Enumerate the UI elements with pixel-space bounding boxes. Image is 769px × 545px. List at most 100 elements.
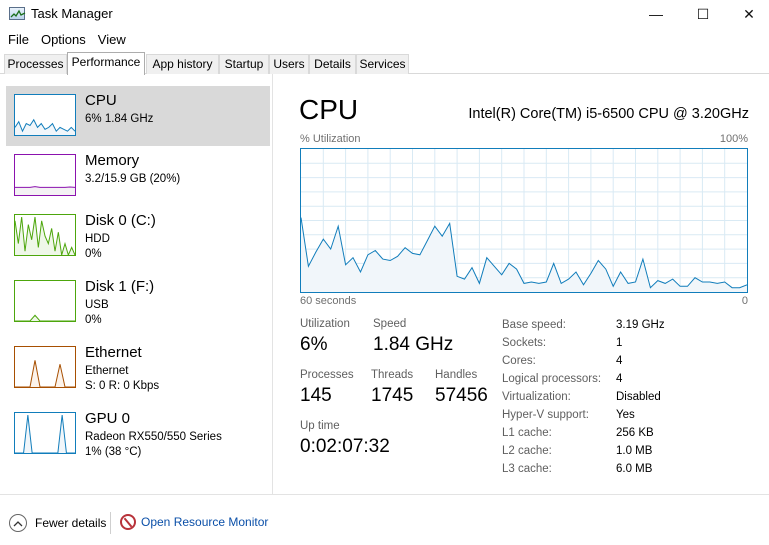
- stat-label: Utilization: [300, 318, 350, 330]
- stat-speed: Speed 1.84 GHz: [373, 318, 453, 356]
- chevron-up-icon: [9, 514, 27, 532]
- stat-value: 57456: [435, 385, 488, 406]
- menu-file[interactable]: File: [2, 32, 35, 47]
- memory-thumbnail-graph: [14, 154, 76, 196]
- task-manager-icon: [9, 7, 26, 20]
- spec-value: 4: [616, 373, 623, 385]
- sidebar-item-name: Disk 0 (C:): [85, 212, 156, 229]
- gpu-0-thumbnail-graph: [14, 412, 76, 454]
- stat-threads: Threads 1745: [371, 369, 413, 407]
- tab-details[interactable]: Details: [309, 54, 356, 74]
- sidebar-item-memory[interactable]: Memory 3.2/15.9 GB (20%): [6, 146, 270, 206]
- stat-label: Threads: [371, 369, 414, 381]
- spec-value: Disabled: [616, 391, 661, 403]
- tab-app-history[interactable]: App history: [146, 54, 219, 74]
- sidebar-item-gpu-0[interactable]: GPU 0 Radeon RX550/550 Series 1% (38 °C): [6, 404, 270, 464]
- sidebar-item-detail: Radeon RX550/550 Series: [85, 431, 222, 443]
- sidebar-item-usage: S: 0 R: 0 Kbps: [85, 380, 160, 392]
- ethernet-thumbnail-graph: [14, 346, 76, 388]
- spec-row: Sockets: 1: [502, 337, 665, 355]
- tab-services[interactable]: Services: [356, 54, 409, 74]
- spec-row: L2 cache: 1.0 MB: [502, 445, 665, 463]
- sidebar-item-disk-0[interactable]: Disk 0 (C:) HDD 0%: [6, 206, 270, 266]
- graph-label-max: 100%: [719, 133, 748, 145]
- spec-row: Hyper-V support: Yes: [502, 409, 665, 427]
- tab-strip: Processes Performance App history Startu…: [0, 52, 769, 75]
- tab-startup[interactable]: Startup: [219, 54, 269, 74]
- spec-key: Cores:: [502, 355, 536, 367]
- sidebar-item-detail: Ethernet: [85, 365, 129, 377]
- resource-monitor-icon: [120, 514, 136, 530]
- stat-label: Speed: [373, 318, 407, 330]
- sidebar-item-name: Ethernet: [85, 344, 142, 361]
- sidebar-item-name: CPU: [85, 92, 117, 109]
- spec-key: Virtualization:: [502, 391, 571, 403]
- cpu-thumbnail-graph: [14, 94, 76, 136]
- spec-key: L3 cache:: [502, 463, 552, 475]
- menu-options[interactable]: Options: [35, 32, 92, 47]
- performance-sidebar: CPU 6% 1.84 GHz Memory 3.2/15.9 GB (20%)…: [0, 74, 273, 494]
- sidebar-item-usage: 1% (38 °C): [85, 446, 142, 458]
- sidebar-item-usage: 0%: [85, 314, 102, 326]
- spec-row: Virtualization: Disabled: [502, 391, 665, 409]
- maximize-button[interactable]: ☐: [680, 0, 726, 28]
- footer-divider: [110, 512, 111, 534]
- page-title: CPU: [299, 94, 359, 125]
- close-button[interactable]: ✕: [726, 0, 769, 28]
- thumbnail-line: [15, 186, 75, 188]
- spec-key: L1 cache:: [502, 427, 552, 439]
- tab-performance[interactable]: Performance: [67, 52, 145, 75]
- graph-axis-time-span: 60 seconds: [300, 295, 357, 307]
- spec-row: Cores: 4: [502, 355, 665, 373]
- cpu-detail-panel: CPU Intel(R) Core(TM) i5-6500 CPU @ 3.20…: [274, 74, 769, 494]
- spec-key: Base speed:: [502, 319, 566, 331]
- stat-processes: Processes 145: [300, 369, 354, 407]
- sidebar-item-name: GPU 0: [85, 410, 131, 427]
- fewer-details-label: Fewer details: [35, 516, 107, 530]
- spec-key: Logical processors:: [502, 373, 602, 385]
- title-bar: Task Manager — ☐ ✕: [0, 0, 769, 28]
- sidebar-item-usage: 0%: [85, 248, 102, 260]
- stat-label: Handles: [435, 369, 478, 381]
- stat-label: Up time: [300, 420, 340, 432]
- open-resource-monitor-label: Open Resource Monitor: [141, 515, 269, 529]
- stat-value: 6%: [300, 334, 328, 355]
- thumbnail-line: [15, 360, 75, 387]
- thumbnail-line: [15, 414, 75, 453]
- disk-1-thumbnail-graph: [14, 280, 76, 322]
- spec-value: Yes: [616, 409, 635, 421]
- spec-key: Hyper-V support:: [502, 409, 589, 421]
- spec-value: 1.0 MB: [616, 445, 653, 457]
- sidebar-item-ethernet[interactable]: Ethernet Ethernet S: 0 R: 0 Kbps: [6, 338, 270, 398]
- fewer-details-button[interactable]: Fewer details: [9, 514, 106, 532]
- spec-key: L2 cache:: [502, 445, 552, 457]
- spec-key: Sockets:: [502, 337, 547, 349]
- window-title: Task Manager: [31, 6, 113, 21]
- graph-label-utilization: % Utilization: [300, 133, 361, 145]
- cpu-model-name: Intel(R) Core(TM) i5-6500 CPU @ 3.20GHz: [468, 106, 749, 122]
- stat-label: Processes: [300, 369, 354, 381]
- spec-row: Logical processors: 4: [502, 373, 665, 391]
- stat-value: 145: [300, 385, 332, 406]
- spec-row: L3 cache: 6.0 MB: [502, 463, 665, 481]
- spec-value: 256 KB: [616, 427, 654, 439]
- stat-handles: Handles 57456: [435, 369, 488, 407]
- thumbnail-fill: [15, 315, 75, 321]
- minimize-button[interactable]: —: [633, 0, 679, 28]
- spec-value: 4: [616, 355, 623, 367]
- menu-view[interactable]: View: [92, 32, 132, 47]
- thumbnail-fill: [15, 360, 75, 387]
- disk-0-thumbnail-graph: [14, 214, 76, 256]
- open-resource-monitor-link[interactable]: Open Resource Monitor: [120, 514, 268, 530]
- tab-processes[interactable]: Processes: [4, 54, 67, 74]
- spec-row: L1 cache: 256 KB: [502, 427, 665, 445]
- tab-users[interactable]: Users: [269, 54, 309, 74]
- stat-value: 1745: [371, 385, 414, 406]
- menu-bar: File Options View: [0, 28, 769, 50]
- graph-axis-zero: 0: [741, 295, 748, 307]
- sidebar-item-disk-1[interactable]: Disk 1 (F:) USB 0%: [6, 272, 270, 332]
- sidebar-item-detail: USB: [85, 299, 109, 311]
- sidebar-item-cpu[interactable]: CPU 6% 1.84 GHz: [6, 86, 270, 146]
- thumbnail-line: [15, 314, 75, 321]
- spec-value: 6.0 MB: [616, 463, 653, 475]
